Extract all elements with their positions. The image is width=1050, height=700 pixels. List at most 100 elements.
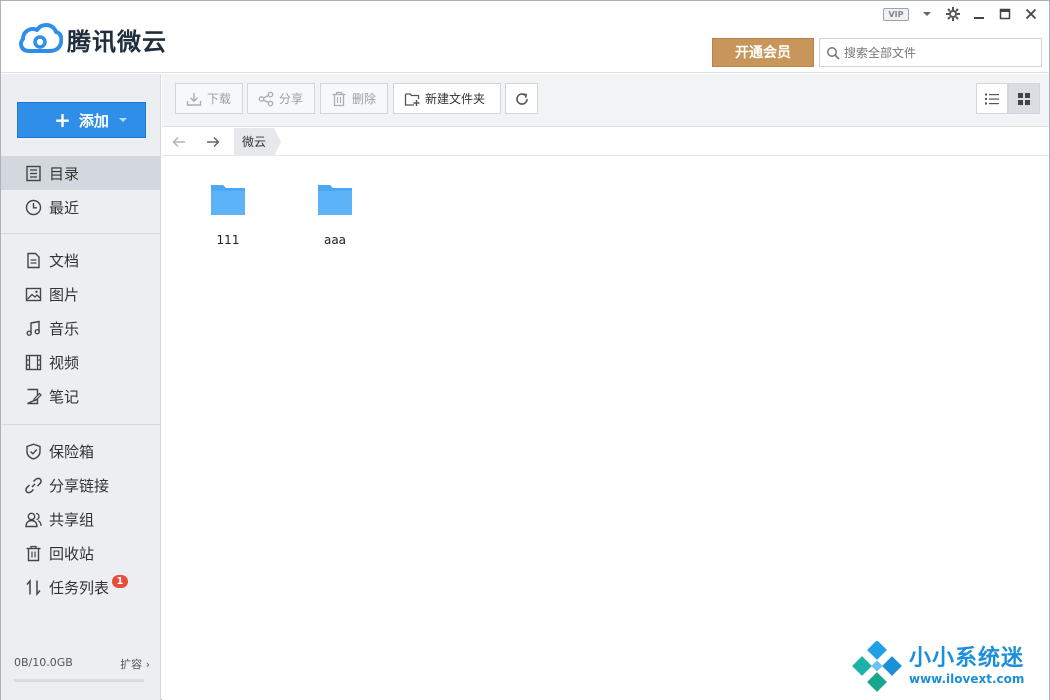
document-icon xyxy=(27,252,40,268)
breadcrumb: 微云 xyxy=(162,127,1049,156)
task-count-badge: 1 xyxy=(112,574,129,588)
dropdown-menu-icon[interactable] xyxy=(919,5,935,23)
transfer-icon xyxy=(26,578,41,596)
sidebar-item-directory[interactable]: 目录 xyxy=(1,156,161,190)
sidebar-item-safe[interactable]: 保险箱 xyxy=(1,434,161,468)
plus-icon: + xyxy=(54,108,71,132)
gear-icon[interactable] xyxy=(945,5,961,23)
search-box[interactable] xyxy=(819,38,1042,67)
search-input[interactable] xyxy=(844,45,1034,60)
forward-button[interactable] xyxy=(196,128,230,156)
back-button[interactable] xyxy=(162,128,196,156)
folder-icon xyxy=(318,185,352,215)
sidebar: + 添加 目录 最近 文档 图片 音乐 视频 笔记 保险箱 分享链接 共享组 回… xyxy=(1,74,161,700)
sidebar-item-share-links[interactable]: 分享链接 xyxy=(1,468,161,502)
sidebar-item-label: 视频 xyxy=(49,353,80,372)
share-label: 分享 xyxy=(279,92,304,106)
new-folder-label: 新建文件夹 xyxy=(425,92,486,106)
open-membership-button[interactable]: 开通会员 xyxy=(712,38,814,67)
download-button[interactable]: 下载 xyxy=(175,83,243,114)
sidebar-divider xyxy=(1,424,161,425)
sidebar-item-label: 共享组 xyxy=(49,510,95,529)
watermark-logo-icon xyxy=(852,641,902,692)
minimize-icon[interactable] xyxy=(971,5,987,23)
grid-view-icon xyxy=(1018,92,1030,105)
app-title: 腾讯微云 xyxy=(67,27,167,56)
group-icon xyxy=(25,512,42,527)
maximize-icon[interactable] xyxy=(997,5,1013,23)
search-icon xyxy=(827,46,840,60)
view-toggle xyxy=(976,83,1040,114)
video-icon xyxy=(25,354,42,370)
sidebar-item-label: 回收站 xyxy=(49,544,95,563)
watermark-title: 小小系统迷 xyxy=(909,646,1025,671)
directory-icon xyxy=(26,165,41,181)
folder-name: aaa xyxy=(323,233,347,247)
nav-group-tools: 保险箱 分享链接 共享组 回收站 任务列表 1 xyxy=(1,434,161,604)
list-view-icon xyxy=(985,93,999,104)
delete-label: 删除 xyxy=(352,92,377,106)
note-icon xyxy=(27,388,42,404)
new-folder-icon xyxy=(404,92,420,106)
nav-group-main: 目录 最近 xyxy=(1,156,161,224)
music-icon xyxy=(26,320,40,336)
title-bar: 腾讯微云 VIP 开通会员 xyxy=(1,1,1049,73)
arrow-right-icon xyxy=(207,136,220,147)
sidebar-item-videos[interactable]: 视频 xyxy=(1,345,161,379)
sidebar-item-label: 音乐 xyxy=(49,319,80,338)
list-view-button[interactable] xyxy=(976,83,1008,114)
sidebar-item-label: 最近 xyxy=(49,198,80,217)
sidebar-item-documents[interactable]: 文档 xyxy=(1,243,161,277)
folder-icon xyxy=(211,185,245,215)
watermark-url: www.ilovext.com xyxy=(909,672,1025,686)
new-folder-button[interactable]: 新建文件夹 xyxy=(393,83,501,114)
sidebar-item-label: 任务列表 xyxy=(49,578,110,597)
expand-storage-link[interactable]: 扩容 › xyxy=(120,656,150,672)
arrow-left-icon xyxy=(172,136,185,147)
refresh-icon xyxy=(515,92,528,105)
sidebar-divider xyxy=(1,233,161,234)
folder-item[interactable]: 111 xyxy=(193,181,263,247)
storage-info: 0B/10.0GB 扩容 › xyxy=(14,656,150,682)
close-icon[interactable] xyxy=(1023,5,1039,23)
expand-storage-label: 扩容 xyxy=(120,658,143,671)
folder-name: 111 xyxy=(216,233,240,247)
vip-badge[interactable]: VIP xyxy=(883,7,909,21)
cloud-logo-icon xyxy=(19,23,63,53)
storage-usage: 0B/10.0GB xyxy=(14,656,73,669)
download-icon xyxy=(186,92,202,106)
add-button-label: 添加 xyxy=(78,111,109,130)
chevron-down-icon xyxy=(119,118,127,122)
delete-button[interactable]: 删除 xyxy=(320,83,388,114)
refresh-button[interactable] xyxy=(505,83,538,114)
file-grid: 111 aaa 小小系统迷 www.ilovext.com xyxy=(162,157,1049,700)
sidebar-item-recent[interactable]: 最近 xyxy=(1,190,161,224)
nav-group-categories: 文档 图片 音乐 视频 笔记 xyxy=(1,243,161,413)
folder-item[interactable]: aaa xyxy=(300,181,370,247)
breadcrumb-item-root[interactable]: 微云 xyxy=(234,127,282,156)
sidebar-item-label: 目录 xyxy=(49,164,80,183)
share-button[interactable]: 分享 xyxy=(247,83,315,114)
app-window: 腾讯微云 VIP 开通会员 搜索全部文件 + 添加 目录 最近 文档 图片 音乐… xyxy=(0,0,1050,700)
shield-icon xyxy=(26,442,41,460)
sidebar-item-images[interactable]: 图片 xyxy=(1,277,161,311)
watermark: 小小系统迷 www.ilovext.com xyxy=(851,640,1041,694)
trash-icon xyxy=(26,545,41,561)
sidebar-item-recycle-bin[interactable]: 回收站 xyxy=(1,536,161,570)
sidebar-item-notes[interactable]: 笔记 xyxy=(1,379,161,413)
sidebar-item-label: 图片 xyxy=(49,285,80,304)
sidebar-item-music[interactable]: 音乐 xyxy=(1,311,161,345)
sidebar-item-label: 笔记 xyxy=(49,387,80,406)
sidebar-item-label: 保险箱 xyxy=(49,442,95,461)
download-label: 下载 xyxy=(207,92,232,106)
storage-progress-bar xyxy=(14,679,144,682)
add-button[interactable]: + 添加 xyxy=(17,102,146,138)
grid-view-button[interactable] xyxy=(1008,83,1040,114)
trash-icon xyxy=(332,91,346,106)
toolbar: 下载 分享 删除 新建文件夹 xyxy=(162,74,1049,127)
app-logo: 腾讯微云 xyxy=(17,19,167,59)
sidebar-item-label: 分享链接 xyxy=(49,476,110,495)
sidebar-item-shared-group[interactable]: 共享组 xyxy=(1,502,161,536)
sidebar-item-label: 文档 xyxy=(49,251,80,270)
sidebar-item-task-list[interactable]: 任务列表 1 xyxy=(1,570,161,604)
